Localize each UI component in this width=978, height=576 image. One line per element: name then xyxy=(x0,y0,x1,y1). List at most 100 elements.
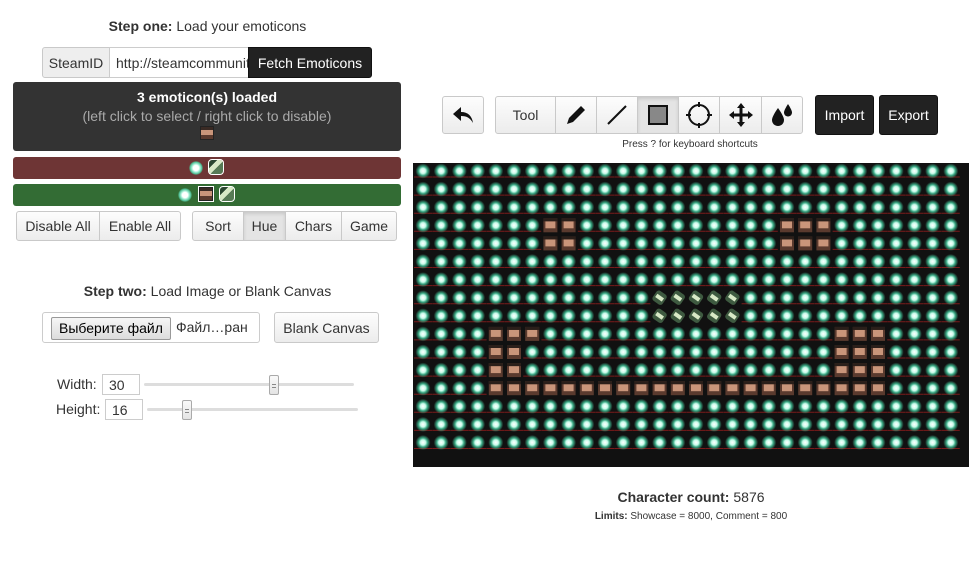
canvas-cell-face[interactable] xyxy=(652,381,667,396)
line-tool-button[interactable] xyxy=(596,96,638,134)
canvas-cell-face[interactable] xyxy=(798,236,813,251)
character-count-label: Character count: xyxy=(617,489,730,505)
step-one-bold: Step one: xyxy=(108,18,173,34)
shortcut-hint: Press ? for keyboard shortcuts xyxy=(622,139,758,150)
canvas-cell-face[interactable] xyxy=(543,218,558,233)
canvas-cell-face[interactable] xyxy=(616,381,631,396)
canvas-cell-face[interactable] xyxy=(852,326,867,341)
canvas-cell-face[interactable] xyxy=(852,381,867,396)
sort-chars-button[interactable]: Chars xyxy=(285,211,342,241)
emoticon-count: 3 emoticon(s) loaded xyxy=(136,89,278,105)
canvas-cell-face[interactable] xyxy=(507,381,521,396)
disable-all-button[interactable]: Disable All xyxy=(16,211,100,241)
canvas-cell-face[interactable] xyxy=(598,381,612,396)
canvas-cell-face[interactable] xyxy=(743,381,758,396)
width-slider-thumb[interactable] xyxy=(269,375,279,395)
canvas-cell-face[interactable] xyxy=(761,381,776,396)
height-slider-thumb[interactable] xyxy=(182,400,193,420)
canvas-cell-face[interactable] xyxy=(525,381,540,396)
canvas-cell-face[interactable] xyxy=(543,381,558,396)
character-count: Character count: 5876 xyxy=(560,489,822,505)
canvas-cell-face[interactable] xyxy=(834,381,849,396)
emoticon-bottle[interactable] xyxy=(208,159,224,175)
undo-button[interactable] xyxy=(442,96,484,134)
sort-hue-button[interactable]: Hue xyxy=(243,211,286,241)
canvas-cell-face[interactable] xyxy=(561,381,576,396)
emoticon-face[interactable] xyxy=(198,186,214,202)
canvas-cell-face[interactable] xyxy=(871,326,885,341)
canvas-cell-face[interactable] xyxy=(561,236,576,251)
canvas-cell-face[interactable] xyxy=(579,381,594,396)
sort-label: Sort xyxy=(192,211,244,241)
width-input[interactable]: 30 xyxy=(102,374,140,395)
height-input[interactable]: 16 xyxy=(105,399,143,420)
canvas-cell-face[interactable] xyxy=(488,363,503,378)
canvas-cell-face[interactable] xyxy=(780,218,794,233)
canvas-cell-face[interactable] xyxy=(543,236,558,251)
emoticon-list xyxy=(13,126,401,143)
canvas-cell-face[interactable] xyxy=(488,326,503,341)
canvas-cell-face[interactable] xyxy=(834,363,849,378)
foreground-emoticon-bar[interactable] xyxy=(13,184,401,206)
file-input[interactable]: Выберите файл Файл…ран xyxy=(42,312,260,343)
canvas-cell-face[interactable] xyxy=(852,363,867,378)
canvas-cell-face[interactable] xyxy=(525,326,540,341)
sort-game-button[interactable]: Game xyxy=(341,211,397,241)
canvas-cell-face[interactable] xyxy=(834,326,849,341)
emoticon-canvas[interactable] xyxy=(413,163,969,467)
step-one-heading: Step one: Load your emoticons xyxy=(0,18,415,34)
character-count-value: 5876 xyxy=(729,489,765,505)
emoticon-face[interactable] xyxy=(200,126,214,140)
canvas-cell-face[interactable] xyxy=(634,381,649,396)
canvas-cell-face[interactable] xyxy=(707,381,722,396)
move-tool-button[interactable] xyxy=(719,96,762,134)
tool-label: Tool xyxy=(495,96,556,134)
canvas-cell-face[interactable] xyxy=(780,381,794,396)
step-two-heading: Step two: Load Image or Blank Canvas xyxy=(0,283,415,299)
canvas-cell-face[interactable] xyxy=(488,381,503,396)
steamid-input[interactable]: http://steamcommunity.com/ xyxy=(109,47,249,78)
rectangle-tool-button[interactable] xyxy=(637,96,679,134)
canvas-cell-face[interactable] xyxy=(834,345,849,359)
canvas-cell-face[interactable] xyxy=(780,236,794,251)
canvas-cell-face[interactable] xyxy=(670,381,685,396)
pencil-icon xyxy=(567,106,585,124)
emoticon-sparkle[interactable] xyxy=(189,161,203,175)
limits-value: Showcase = 8000, Comment = 800 xyxy=(627,511,788,522)
blank-canvas-button[interactable]: Blank Canvas xyxy=(274,312,379,343)
canvas-cell-face[interactable] xyxy=(816,236,831,251)
limits-label: Limits: xyxy=(594,511,628,522)
canvas-cell-face[interactable] xyxy=(507,345,521,359)
height-slider-track[interactable] xyxy=(147,408,358,411)
canvas-cell-face[interactable] xyxy=(871,345,885,359)
width-slider-track[interactable] xyxy=(144,383,354,386)
choose-file-button[interactable]: Выберите файл xyxy=(51,317,171,340)
canvas-cell-face[interactable] xyxy=(798,218,813,233)
canvas-cell-face[interactable] xyxy=(798,381,813,396)
emoticon-sparkle[interactable] xyxy=(178,188,192,202)
limits-info: Limits: Showcase = 8000, Comment = 800 xyxy=(540,511,842,522)
step-one-text: Load your emoticons xyxy=(172,18,307,34)
fill-tool-button[interactable] xyxy=(761,96,803,134)
enable-all-button[interactable]: Enable All xyxy=(99,211,181,241)
canvas-cell-face[interactable] xyxy=(871,381,885,396)
canvas-cell-face[interactable] xyxy=(852,345,867,359)
canvas-cell-face[interactable] xyxy=(816,381,831,396)
import-button[interactable]: Import xyxy=(815,95,874,135)
emoticon-bottle[interactable] xyxy=(219,186,235,202)
pencil-tool-button[interactable] xyxy=(555,96,597,134)
canvas-cell-face[interactable] xyxy=(507,326,521,341)
canvas-cell-face[interactable] xyxy=(561,218,576,233)
line-icon xyxy=(607,105,627,125)
export-button[interactable]: Export xyxy=(879,95,938,135)
background-emoticon-bar[interactable] xyxy=(13,157,401,179)
canvas-cell-face[interactable] xyxy=(689,381,703,396)
canvas-cell-face[interactable] xyxy=(816,218,831,233)
height-label: Height: xyxy=(56,401,101,417)
canvas-cell-face[interactable] xyxy=(507,363,521,378)
fetch-emoticons-button[interactable]: Fetch Emoticons xyxy=(248,47,372,78)
circle-tool-button[interactable] xyxy=(678,96,720,134)
canvas-cell-face[interactable] xyxy=(488,345,503,359)
canvas-cell-face[interactable] xyxy=(871,363,885,378)
canvas-cell-face[interactable] xyxy=(725,381,740,396)
